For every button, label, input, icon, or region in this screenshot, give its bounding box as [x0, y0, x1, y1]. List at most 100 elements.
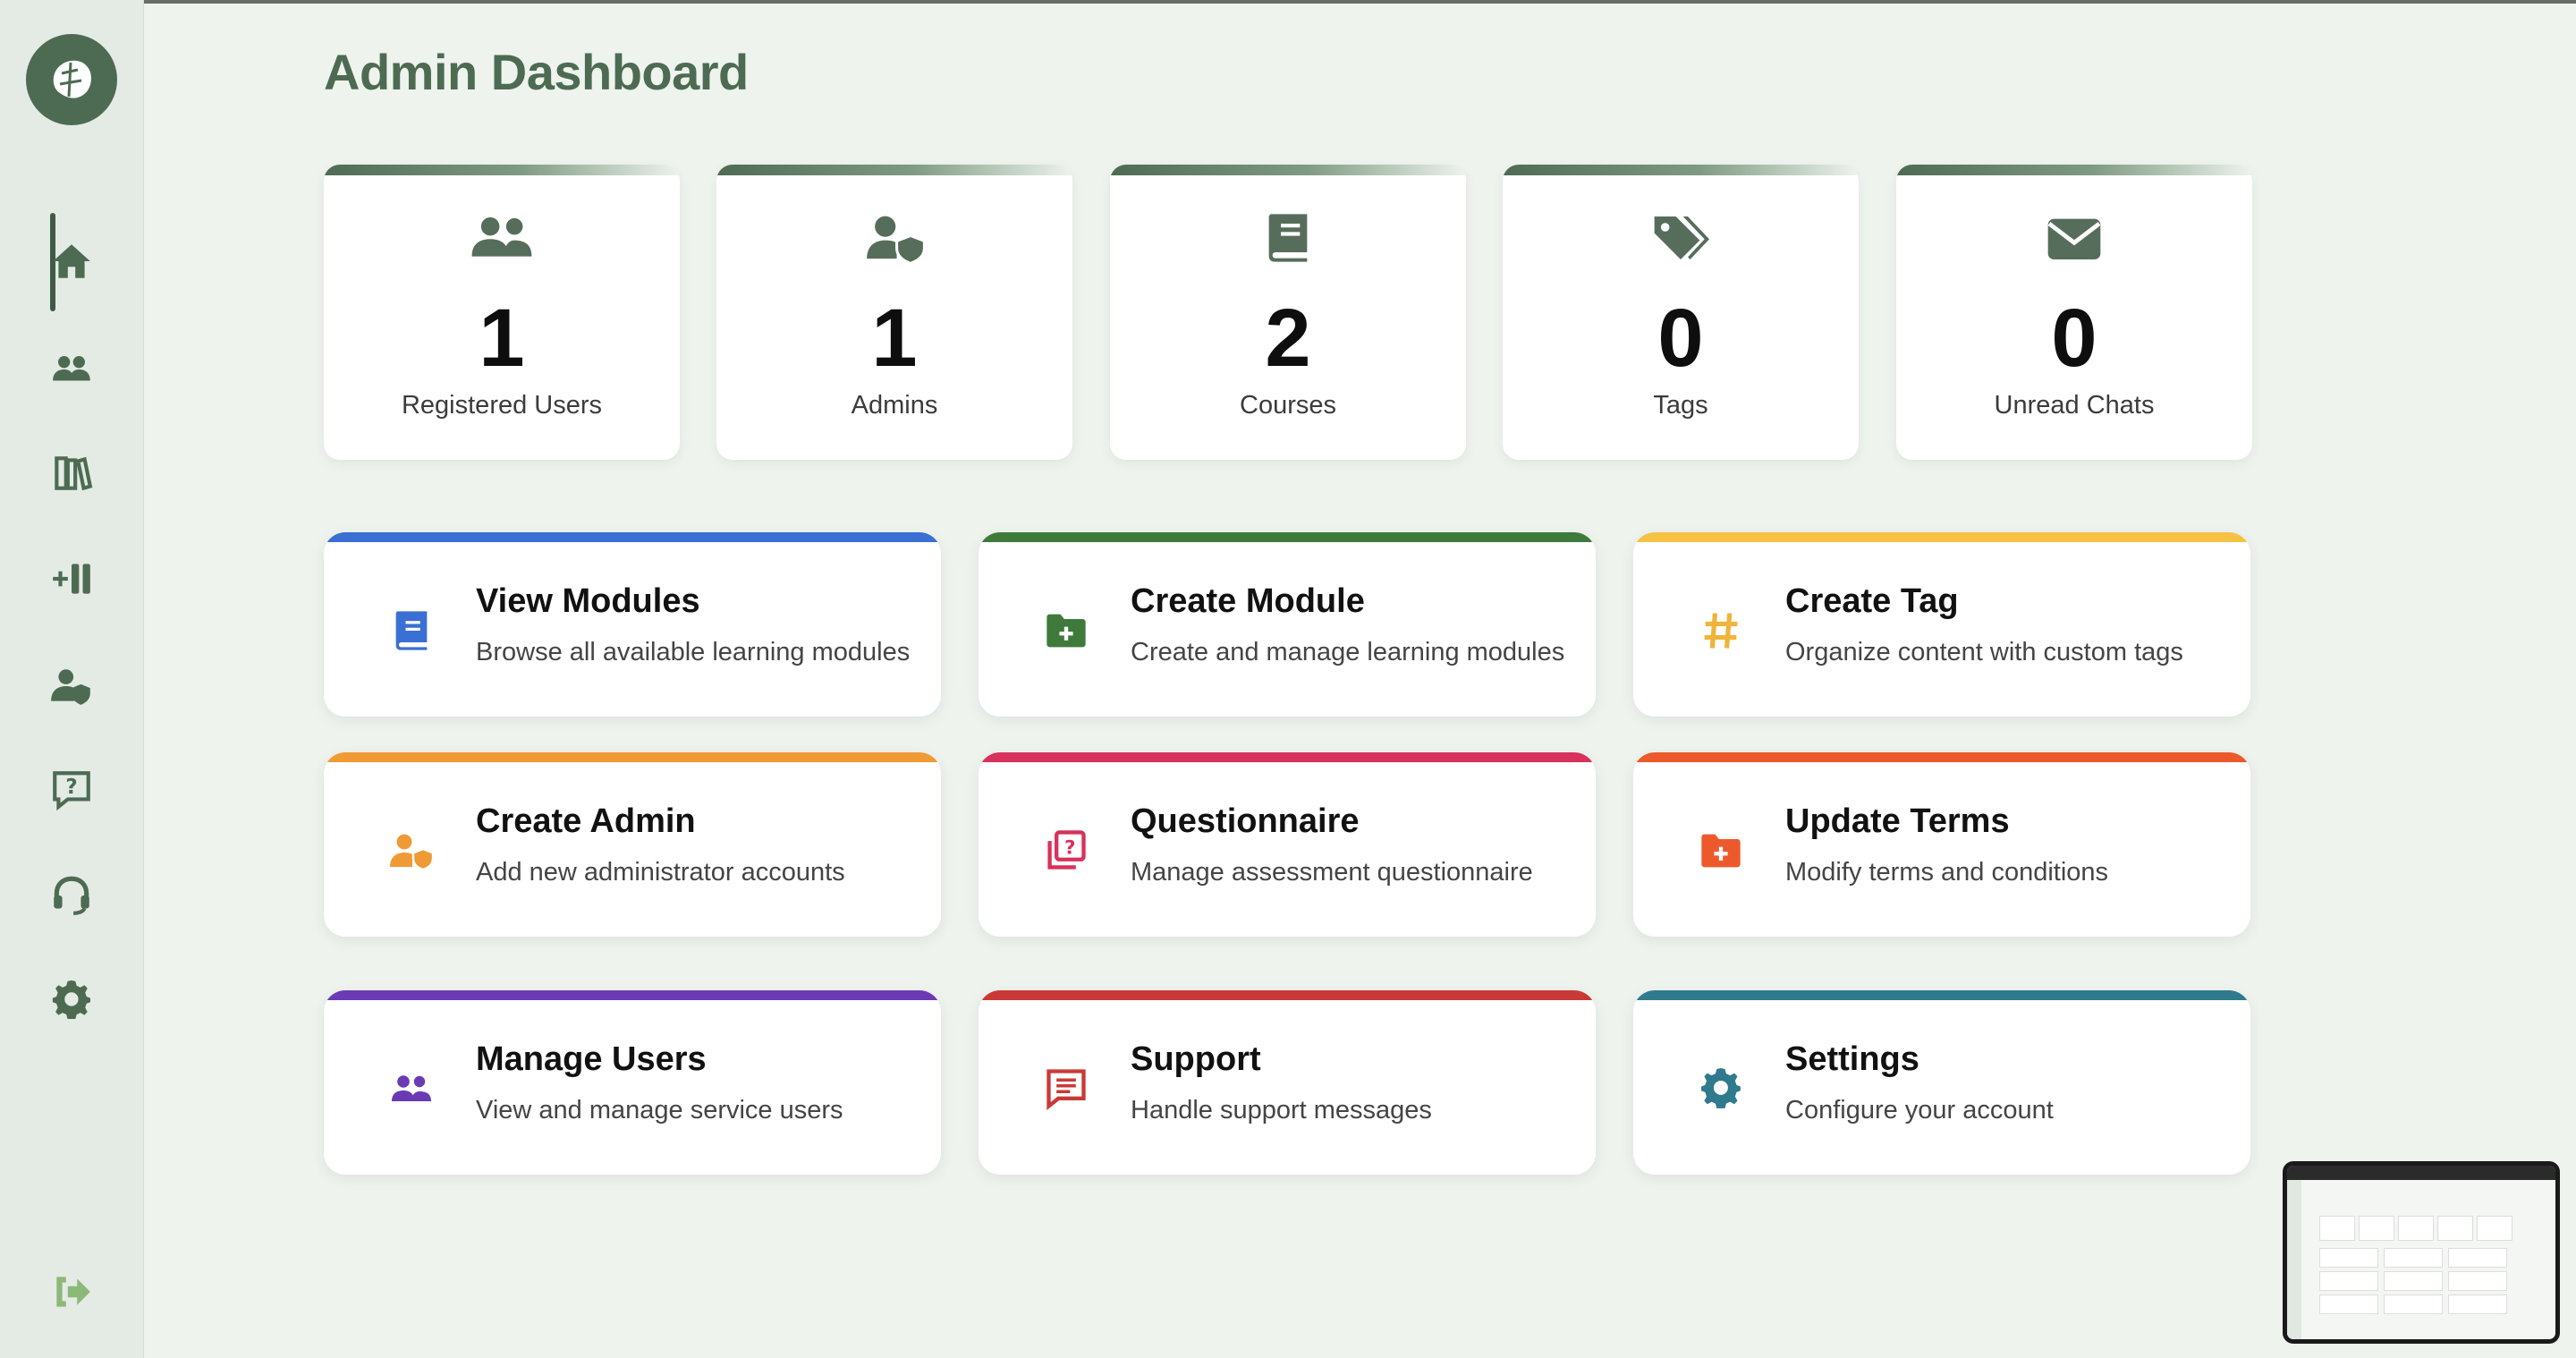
- card-create-admin[interactable]: Create Admin Add new administrator accou…: [324, 752, 941, 937]
- thumbnail-card: [2437, 1216, 2473, 1241]
- card-title: Support: [1131, 1040, 1261, 1078]
- brand-logo-icon[interactable]: [26, 34, 117, 125]
- card-title: Create Module: [1131, 582, 1365, 620]
- card-accent-bar: [1633, 532, 2250, 542]
- folder-plus-icon: [1701, 834, 1741, 868]
- thumbnail-card: [2477, 1216, 2512, 1241]
- card-view-modules[interactable]: View Modules Browse all available learni…: [324, 532, 941, 717]
- screenshot-thumbnail[interactable]: [2283, 1161, 2560, 1344]
- card-manage-users[interactable]: Manage Users View and manage service use…: [324, 990, 941, 1175]
- gear-icon: [52, 980, 90, 1019]
- stat-card-registered-users[interactable]: 1 Registered Users: [324, 165, 680, 460]
- card-description: Create and manage learning modules: [1131, 638, 1565, 666]
- thumbnail-card: [2319, 1271, 2378, 1291]
- card-accent-bar: [979, 532, 1596, 542]
- thumbnail-card: [2319, 1248, 2378, 1268]
- card-questionnaire[interactable]: ? Questionnaire Manage assessment questi…: [979, 752, 1596, 937]
- books-icon: [55, 456, 93, 491]
- card-title: Create Tag: [1785, 582, 1959, 620]
- stat-label: Registered Users: [401, 391, 603, 420]
- book-icon: [1268, 214, 1308, 262]
- message-icon: [1046, 1069, 1086, 1111]
- book-icon: [395, 611, 428, 650]
- card-description: Configure your account: [1785, 1096, 2054, 1125]
- thumbnail-sidebar: [2287, 1180, 2301, 1339]
- thumbnail-card: [2384, 1294, 2443, 1314]
- folder-plus-icon: [1046, 614, 1086, 648]
- svg-text:?: ?: [1064, 836, 1076, 859]
- card-description: Manage assessment questionnaire: [1131, 858, 1533, 887]
- stat-accent-bar: [324, 165, 680, 175]
- logout-button[interactable]: [36, 1256, 107, 1328]
- question-icon: ?: [1047, 830, 1086, 870]
- question-icon: ?: [53, 771, 90, 811]
- sidebar-item-support[interactable]: [36, 860, 107, 931]
- user-shield-icon: [51, 669, 90, 705]
- headset-icon: [54, 876, 89, 915]
- stat-label: Admins: [851, 391, 938, 420]
- stat-card-courses[interactable]: 2 Courses: [1110, 165, 1466, 460]
- users-icon: [53, 356, 90, 381]
- add-module-icon: [53, 564, 90, 594]
- card-description: Organize content with custom tags: [1785, 638, 2183, 666]
- stat-card-admins[interactable]: 1 Admins: [716, 165, 1072, 460]
- card-accent-bar: [979, 990, 1596, 1000]
- sidebar-item-admins[interactable]: [36, 650, 107, 722]
- sidebar-item-settings[interactable]: [36, 964, 107, 1036]
- sidebar: ?: [0, 0, 144, 1358]
- card-title: View Modules: [476, 582, 700, 620]
- thumbnail-card: [2384, 1271, 2443, 1291]
- card-accent-bar: [324, 990, 941, 1000]
- gear-icon: [1700, 1067, 1741, 1108]
- thumbnail-card: [2359, 1216, 2394, 1241]
- card-accent-bar: [979, 752, 1596, 762]
- card-accent-bar: [324, 532, 941, 542]
- card-description: Modify terms and conditions: [1785, 858, 2109, 887]
- stat-label: Tags: [1653, 391, 1708, 420]
- stat-value: 1: [479, 293, 525, 384]
- logout-icon: [56, 1277, 90, 1307]
- thumbnail-card: [2384, 1248, 2443, 1268]
- sidebar-item-add-module[interactable]: [36, 543, 107, 615]
- card-title: Update Terms: [1785, 802, 2010, 840]
- users-icon: [471, 216, 532, 257]
- stat-value: 0: [2051, 293, 2097, 384]
- card-create-module[interactable]: Create Module Create and manage learning…: [979, 532, 1596, 717]
- stat-accent-bar: [1896, 165, 2252, 175]
- stat-label: Courses: [1240, 391, 1336, 420]
- card-title: Create Admin: [476, 802, 696, 840]
- svg-text:?: ?: [65, 776, 77, 799]
- stat-card-tags[interactable]: 0 Tags: [1503, 165, 1859, 460]
- home-icon: [53, 244, 90, 278]
- card-accent-bar: [1633, 990, 2250, 1000]
- sidebar-item-questionnaire[interactable]: ?: [36, 754, 107, 826]
- thumbnail-card: [2319, 1216, 2355, 1241]
- card-update-terms[interactable]: Update Terms Modify terms and conditions: [1633, 752, 2250, 937]
- card-description: Browse all available learning modules: [476, 638, 911, 666]
- envelope-icon: [2047, 218, 2101, 259]
- sidebar-item-users[interactable]: [36, 334, 107, 405]
- window-top-edge: [0, 0, 2576, 4]
- stat-label: Unread Chats: [1994, 391, 2155, 420]
- stat-accent-bar: [716, 165, 1072, 175]
- card-support[interactable]: Support Handle support messages: [979, 990, 1596, 1175]
- page-title: Admin Dashboard: [324, 44, 749, 100]
- thumbnail-card: [2448, 1248, 2507, 1268]
- card-create-tag[interactable]: Create Tag Organize content with custom …: [1633, 532, 2250, 717]
- thumbnail-card: [2448, 1294, 2507, 1314]
- card-accent-bar: [1633, 752, 2250, 762]
- stat-value: 2: [1265, 293, 1311, 384]
- card-accent-bar: [324, 752, 941, 762]
- card-title: Settings: [1785, 1040, 1919, 1078]
- sidebar-item-home[interactable]: [36, 225, 107, 297]
- users-icon: [392, 1075, 431, 1101]
- thumbnail-card: [2448, 1271, 2507, 1291]
- stat-value: 0: [1657, 293, 1704, 384]
- user-shield-icon: [867, 216, 926, 265]
- card-settings[interactable]: Settings Configure your account: [1633, 990, 2250, 1175]
- sidebar-item-courses[interactable]: [36, 437, 107, 509]
- card-description: View and manage service users: [476, 1096, 843, 1125]
- thumbnail-toolbar: [2287, 1166, 2555, 1180]
- tags-icon: [1654, 216, 1709, 259]
- stat-card-unread-chats[interactable]: 0 Unread Chats: [1896, 165, 2252, 460]
